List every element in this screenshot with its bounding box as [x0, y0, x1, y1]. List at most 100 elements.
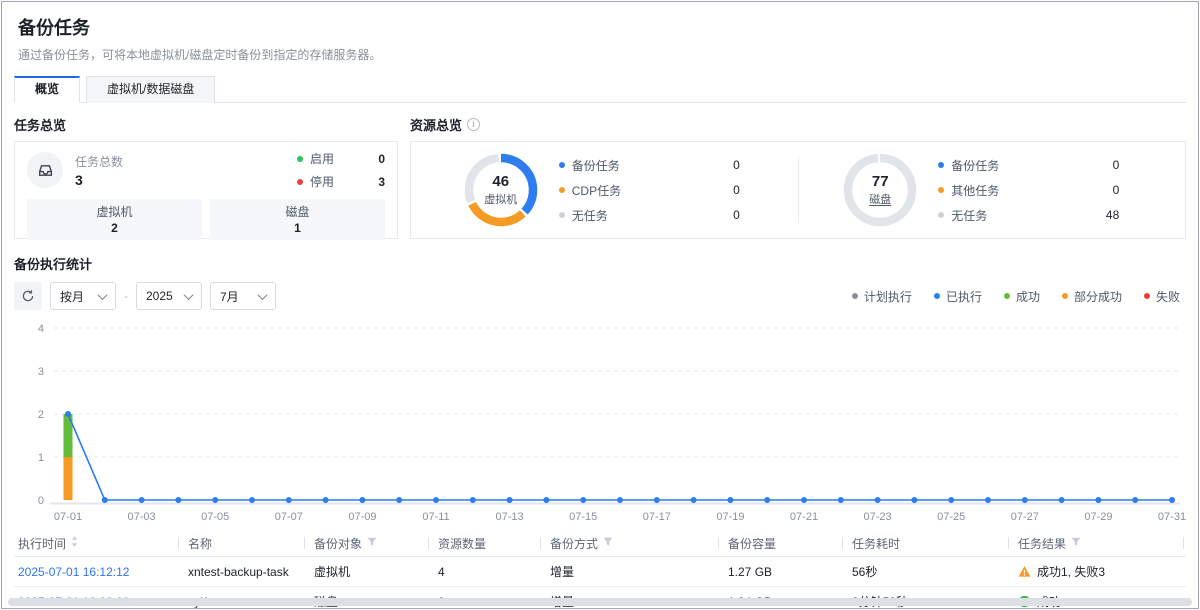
- column-header-7[interactable]: 任务结果: [1008, 530, 1186, 556]
- info-icon[interactable]: i: [467, 118, 480, 131]
- column-header-label: 资源数量: [438, 535, 486, 552]
- result-warning-icon: [1018, 565, 1031, 578]
- svg-text:07-27: 07-27: [1011, 511, 1039, 523]
- resource-legend: 备份任务0CDP任务0无任务0: [559, 157, 754, 224]
- section-title-resource-overview: 资源总览 i: [410, 115, 1186, 134]
- donut-label: 磁盘: [869, 191, 891, 207]
- legend-dot-icon: [559, 212, 565, 218]
- chart-legend-dot-icon: [1062, 293, 1068, 299]
- type-value: 1: [210, 221, 385, 235]
- select-value: 2025: [146, 289, 173, 303]
- chart-legend-item[interactable]: 失败: [1144, 288, 1180, 305]
- inbox-icon: [27, 152, 63, 188]
- cell-name: xntest-backup-task: [178, 565, 304, 579]
- filter-icon[interactable]: [1071, 536, 1081, 550]
- table-row: 2025-07-01 16:12:12xntest-backup-task虚拟机…: [14, 557, 1186, 587]
- select-value: 按月: [60, 288, 84, 305]
- chart-legend-item[interactable]: 部分成功: [1062, 288, 1122, 305]
- donut-chart: 46虚拟机: [463, 152, 539, 228]
- task-total-value: 3: [75, 172, 123, 188]
- resource-group: 77磁盘 备份任务0 其他任务 0 无任务48: [799, 152, 1178, 228]
- status-dot-icon: [297, 179, 303, 185]
- column-header-0[interactable]: 执行时间: [14, 530, 178, 556]
- svg-text:07-09: 07-09: [348, 511, 376, 523]
- legend-item: 无任务0: [559, 207, 754, 224]
- type-box: 磁盘1: [210, 199, 385, 240]
- legend-value: 0: [733, 158, 754, 172]
- filter-separator: -: [124, 289, 128, 303]
- chart-legend-item[interactable]: 成功: [1004, 288, 1040, 305]
- legend-label: 其他任务: [951, 182, 999, 199]
- task-overview-card: 任务总数 3 启用0停用3 虚拟机2磁盘1: [14, 141, 398, 239]
- svg-text:07-29: 07-29: [1084, 511, 1112, 523]
- svg-text:07-21: 07-21: [790, 511, 818, 523]
- cell-result: 成功1, 失败3: [1008, 563, 1186, 580]
- svg-text:07-11: 07-11: [422, 511, 449, 523]
- legend-value: 0: [1113, 183, 1134, 197]
- horizontal-scrollbar[interactable]: [8, 598, 1192, 606]
- type-box: 虚拟机2: [27, 199, 202, 240]
- column-header-4[interactable]: 备份方式: [540, 530, 718, 556]
- cell-target: 虚拟机: [304, 563, 428, 580]
- refresh-button[interactable]: [14, 282, 42, 310]
- tab-0[interactable]: 概览: [14, 76, 80, 103]
- status-label: 停用: [310, 173, 334, 190]
- column-header-label: 任务耗时: [852, 535, 900, 552]
- svg-text:07-13: 07-13: [496, 511, 524, 523]
- tab-1[interactable]: 虚拟机/数据磁盘: [86, 76, 215, 103]
- svg-text:07-15: 07-15: [569, 511, 597, 523]
- donut-value: 77: [872, 173, 889, 190]
- legend-dot-icon: [559, 187, 565, 193]
- legend-dot-icon: [938, 187, 944, 193]
- column-header-2[interactable]: 备份对象: [304, 530, 428, 556]
- column-header-label: 任务结果: [1018, 535, 1066, 552]
- filter-icon[interactable]: [603, 536, 613, 550]
- svg-text:3: 3: [38, 366, 44, 378]
- column-header-6: 任务耗时: [842, 530, 1008, 556]
- svg-text:07-07: 07-07: [275, 511, 303, 523]
- chart-legend-dot-icon: [1144, 293, 1150, 299]
- cell-time[interactable]: 2025-07-01 16:12:12: [14, 565, 178, 579]
- status-item: 启用0: [297, 150, 385, 167]
- status-value: 0: [378, 152, 385, 166]
- type-label: 磁盘: [210, 203, 385, 220]
- table-header-row: 执行时间名称 备份对象资源数量 备份方式 备份容量 任务耗时 任务结果: [14, 530, 1186, 557]
- svg-text:0: 0: [38, 495, 44, 507]
- donut-center: 77磁盘: [842, 152, 918, 228]
- column-header-label: 备份方式: [550, 535, 598, 552]
- column-header-label: 备份容量: [728, 535, 776, 552]
- legend-value: 48: [1106, 208, 1133, 222]
- chart-legend-dot-icon: [934, 293, 940, 299]
- legend-item: 备份任务0: [938, 157, 1133, 174]
- filter-icon[interactable]: [367, 536, 377, 550]
- resource-overview-label: 资源总览: [410, 115, 462, 134]
- svg-text:4: 4: [38, 323, 44, 335]
- status-dot-icon: [297, 156, 303, 162]
- legend-dot-icon: [938, 212, 944, 218]
- legend-dot-icon: [559, 162, 565, 168]
- sort-icon[interactable]: [71, 536, 78, 550]
- svg-text:07-19: 07-19: [716, 511, 744, 523]
- section-title-task-overview: 任务总览: [14, 115, 398, 134]
- period-type-select[interactable]: 按月: [50, 282, 116, 310]
- chart-legend-label: 计划执行: [864, 288, 912, 305]
- cell-size: 1.27 GB: [718, 565, 842, 579]
- page-title: 备份任务: [18, 14, 1182, 40]
- chart-legend-item[interactable]: 计划执行: [852, 288, 912, 305]
- select-value: 7月: [220, 288, 239, 305]
- column-header-label: 名称: [188, 535, 212, 552]
- svg-text:07-23: 07-23: [864, 511, 892, 523]
- month-select[interactable]: 7月: [210, 282, 276, 310]
- task-status-legend: 启用0停用3: [297, 150, 385, 190]
- svg-text:07-03: 07-03: [128, 511, 156, 523]
- chart-legend-label: 成功: [1016, 288, 1040, 305]
- page: 备份任务 通过备份任务，可将本地虚拟机/磁盘定时备份到指定的存储服务器。 概览虚…: [1, 1, 1199, 609]
- backup-stats-label: 备份执行统计: [14, 254, 92, 273]
- type-value: 2: [27, 221, 202, 235]
- legend-item: 无任务48: [938, 207, 1133, 224]
- year-select[interactable]: 2025: [136, 282, 202, 310]
- type-label: 虚拟机: [27, 203, 202, 220]
- chevron-down-icon: [258, 290, 268, 300]
- stats-toolbar: 按月 - 2025 7月 计划执行 已执行 成功 部分成功 失败: [14, 282, 1186, 310]
- chart-legend-item[interactable]: 已执行: [934, 288, 982, 305]
